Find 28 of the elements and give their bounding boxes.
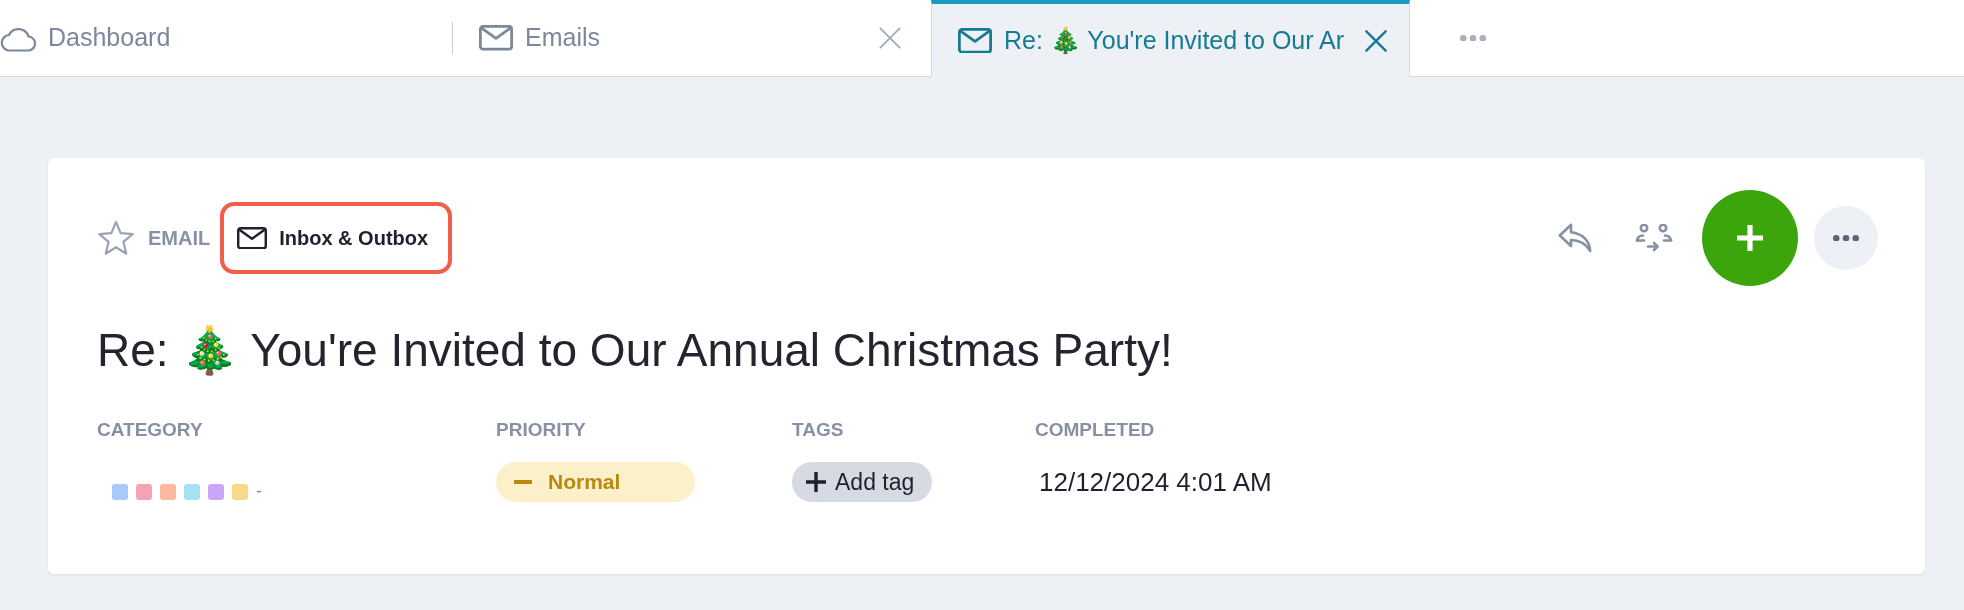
- add-tag-button[interactable]: Add tag: [792, 462, 933, 502]
- mail-icon: [237, 226, 268, 250]
- close-icon[interactable]: [879, 27, 901, 49]
- category-value: -: [256, 482, 262, 500]
- field-label: TAGS: [792, 420, 844, 440]
- mail-icon: [479, 25, 513, 51]
- plus-icon: [1737, 225, 1763, 251]
- record-type: EMAIL: [148, 226, 211, 251]
- folder-chip[interactable]: Inbox & Outbox: [220, 202, 453, 274]
- people-transfer-icon: [1635, 223, 1673, 253]
- more-tabs-button[interactable]: [1460, 34, 1486, 42]
- tab[interactable]: Re: 🎄 You're Invited to Our Ar: [931, 0, 1410, 77]
- star-icon[interactable]: [97, 220, 135, 256]
- field-label: PRIORITY: [496, 420, 586, 440]
- completed-date: 12/12/2024 4:01 AM: [1039, 465, 1272, 499]
- field-label: COMPLETED: [1035, 420, 1155, 440]
- reply-icon: [1558, 223, 1592, 253]
- more-icon: [1460, 34, 1486, 42]
- mail-icon: [958, 27, 992, 54]
- email-title: Re: 🎄 You're Invited to Our Annual Christmas Party!: [97, 323, 1173, 378]
- minus-icon: [514, 480, 532, 484]
- field-label: CATEGORY: [97, 420, 203, 440]
- more-icon: [1833, 234, 1859, 242]
- close-icon[interactable]: [1365, 29, 1387, 52]
- plus-icon: [806, 472, 826, 492]
- tab[interactable]: Emails: [452, 0, 931, 76]
- tab[interactable]: Dashboard: [0, 0, 452, 76]
- priority-pill[interactable]: Normal: [496, 462, 695, 502]
